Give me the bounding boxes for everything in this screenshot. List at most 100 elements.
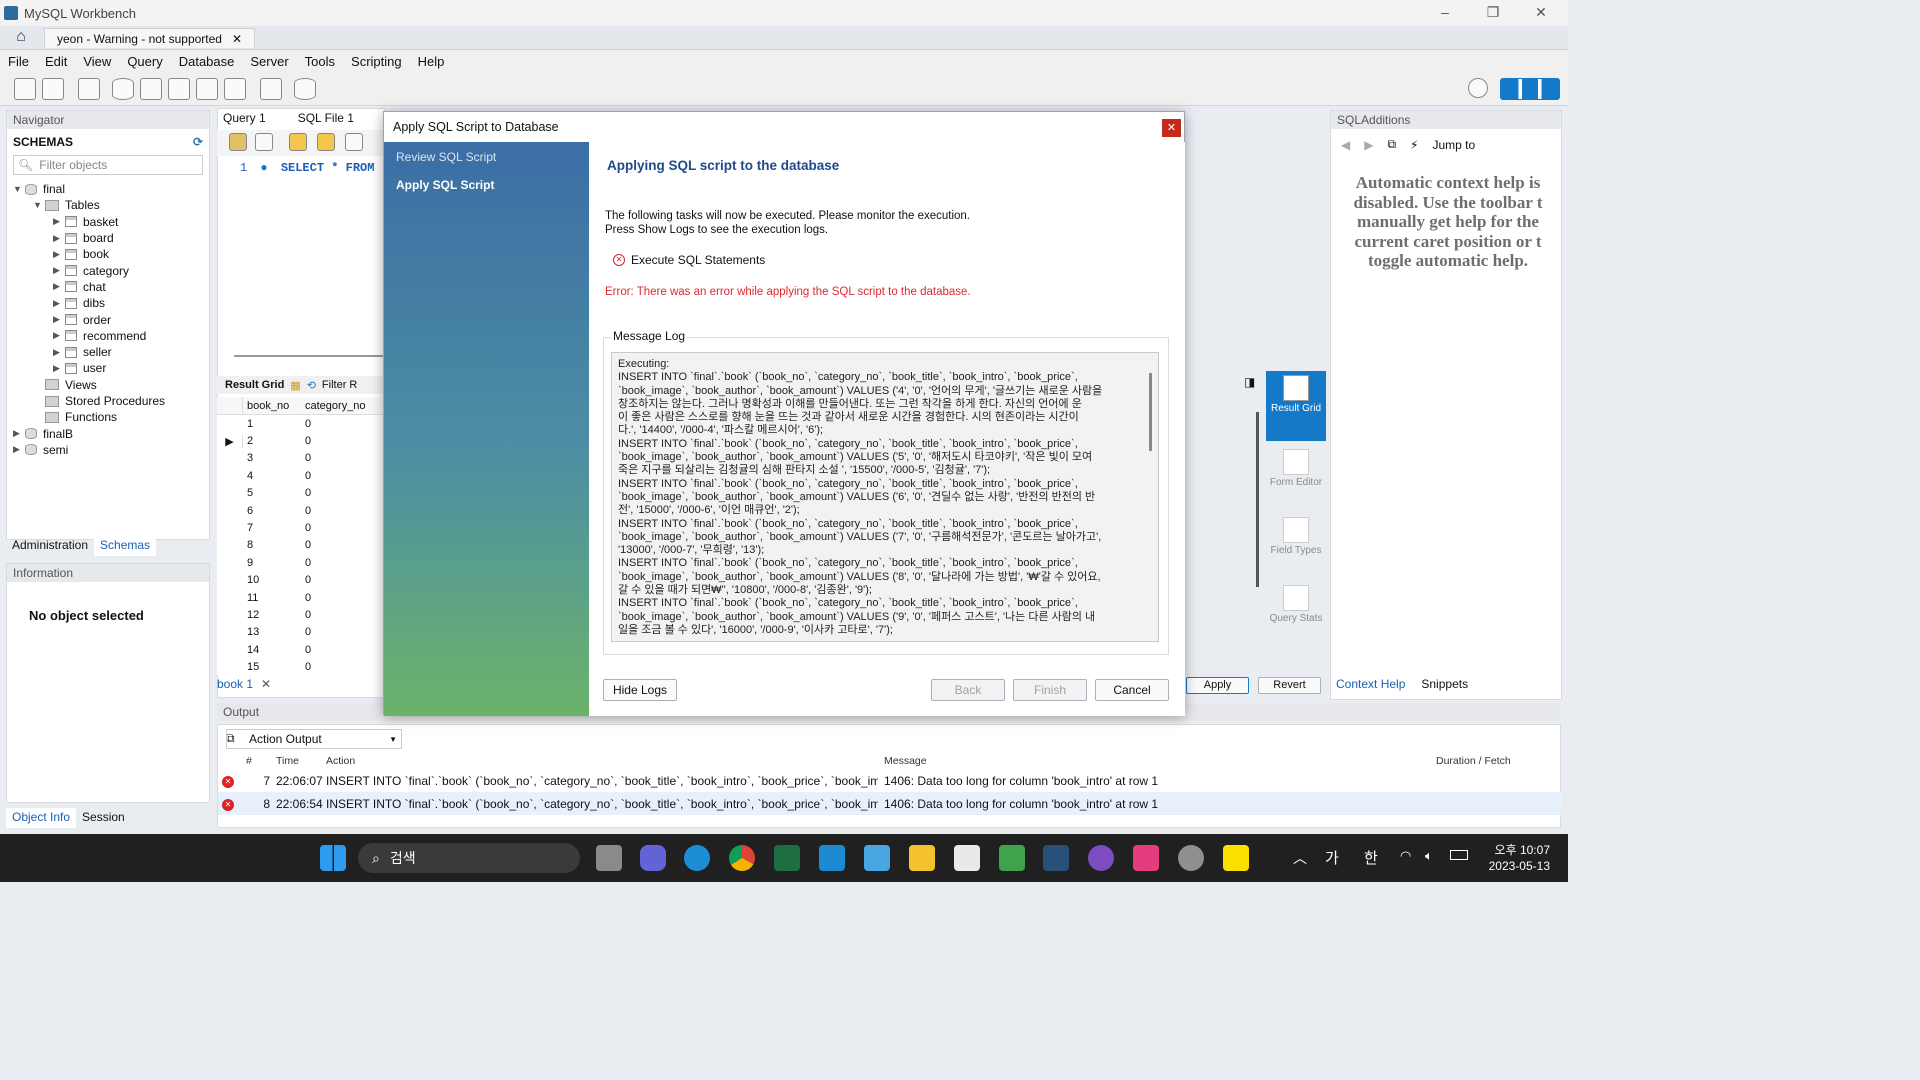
cancel-button[interactable]: Cancel [1095,679,1169,701]
tree-db-finalB[interactable]: ▶ finalB [7,425,209,441]
tree-table[interactable]: ▶ order [7,311,209,327]
mysql-workbench-icon[interactable] [1043,845,1069,871]
col-duration[interactable]: Duration / Fetch [1430,755,1560,767]
form-editor-tool[interactable]: Form Editor [1266,445,1326,509]
cell-category-no[interactable]: 0 [301,592,381,604]
save-icon[interactable] [255,133,273,151]
menu-tools[interactable]: Tools [297,54,343,69]
finish-button[interactable]: Finish [1013,679,1087,701]
dialog-close-icon[interactable]: ✕ [1162,119,1181,137]
table-row[interactable]: 11 0 [217,589,385,606]
collapsed-arrow-icon[interactable]: ▶ [53,347,65,358]
inspector-icon[interactable] [78,78,100,100]
execute-icon[interactable] [289,133,307,151]
col-header[interactable]: category_no [301,397,381,414]
cell-book-no[interactable]: 5 [243,487,301,499]
col-action[interactable]: Action [326,755,878,767]
tree-table[interactable]: ▶ category [7,262,209,278]
refresh-icon[interactable]: ⟳ [193,135,203,149]
minimize-icon[interactable]: – [1430,4,1460,20]
ime-mode[interactable]: 한 [1364,847,1378,868]
cell-category-no[interactable]: 0 [301,609,381,621]
cell-book-no[interactable]: 11 [243,592,301,604]
teams-icon[interactable] [640,845,666,871]
collapsed-arrow-icon[interactable]: ▶ [53,265,65,276]
cell-category-no[interactable]: 0 [301,505,381,517]
create-procedure-icon[interactable] [196,78,218,100]
table-row[interactable]: 12 0 [217,606,385,623]
cell-category-no[interactable]: 0 [301,522,381,534]
tab-snippets[interactable]: Snippets [1421,677,1468,691]
output-row[interactable]: ✕ 8 22:06:54 INSERT INTO `final`.`book` … [218,792,1562,815]
sql-line[interactable]: 1 ● SELECT * FROM [240,161,374,175]
cell-category-no[interactable]: 0 [301,557,381,569]
github-icon[interactable] [1088,845,1114,871]
tree-table[interactable]: ▶ seller [7,344,209,360]
col-num[interactable]: # [246,755,276,767]
apply-button[interactable]: Apply [1186,677,1249,694]
table-row[interactable]: 80 [217,537,385,554]
menu-file[interactable]: File [0,54,37,69]
collapsed-arrow-icon[interactable]: ▶ [53,233,65,244]
table-row[interactable]: 15 0 [217,658,385,675]
collapsed-arrow-icon[interactable]: ▶ [53,298,65,309]
tree-db-final[interactable]: ▼ final [7,181,209,197]
expanded-arrow-icon[interactable]: ▼ [33,200,45,210]
menu-query[interactable]: Query [119,54,170,69]
cell-book-no[interactable]: 4 [243,470,301,482]
grid-icon[interactable]: ▦ [290,379,300,392]
create-view-icon[interactable] [168,78,190,100]
cell-category-no[interactable]: 0 [301,435,381,447]
output-selector[interactable]: Action Output ▼ [226,729,402,749]
table-row[interactable]: 13 0 [217,624,385,641]
cell-book-no[interactable]: 8 [243,539,301,551]
panel-layout-icon[interactable] [1500,78,1560,100]
chrome-icon[interactable] [729,845,755,871]
cell-book-no[interactable]: 9 [243,557,301,569]
menu-view[interactable]: View [75,54,119,69]
collapsed-arrow-icon[interactable]: ▶ [53,314,65,325]
jump-to-label[interactable]: Jump to [1432,138,1475,152]
collapsed-arrow-icon[interactable]: ▶ [13,444,25,455]
revert-button[interactable]: Revert [1258,677,1321,694]
connection-tab[interactable]: yeon - Warning - not supported ✕ [44,28,256,48]
close-icon[interactable]: ✕ [1526,4,1556,21]
cell-book-no[interactable]: 14 [243,644,301,656]
new-sql-tab-icon[interactable] [14,78,36,100]
back-button[interactable]: Back [931,679,1005,701]
tab-schemas[interactable]: Schemas [94,536,157,556]
field-types-tool[interactable]: Field Types [1266,513,1326,577]
cell-book-no[interactable]: 6 [243,505,301,517]
create-schema-icon[interactable] [112,78,134,100]
cell-category-no[interactable]: 0 [301,418,381,430]
kakaotalk-icon[interactable] [1223,845,1249,871]
home-icon[interactable]: ⌂ [8,28,34,48]
tab-sql-file-1[interactable]: SQL File 1 [278,108,354,128]
table-row[interactable]: 14 0 [217,641,385,658]
tab-context-help[interactable]: Context Help [1336,677,1405,691]
refresh-grid-icon[interactable]: ⟲ [307,379,316,392]
windows-start-icon[interactable] [320,845,346,871]
tab-query-1[interactable]: Query 1 [223,108,266,128]
result-tab-book[interactable]: book 1 ✕ [217,677,271,691]
output-row[interactable]: ✕ 7 22:06:07 INSERT INTO `final`.`book` … [218,769,1562,792]
file-explorer-icon[interactable] [909,845,935,871]
store-icon[interactable] [954,845,980,871]
app-icon[interactable] [819,845,845,871]
tree-table[interactable]: ▶ user [7,360,209,376]
cell-book-no[interactable]: 2 [243,435,301,447]
menu-database[interactable]: Database [171,54,243,69]
open-sql-file-icon[interactable] [42,78,64,100]
clock[interactable]: 오후 10:07 2023-05-13 [1482,842,1550,874]
tree-views[interactable]: Views [7,377,209,393]
reconnect-icon[interactable] [294,78,316,100]
tab-object-info[interactable]: Object Info [6,808,77,828]
table-row[interactable]: 40 [217,467,385,484]
table-row[interactable]: 50 [217,485,385,502]
gear-icon[interactable] [1178,845,1204,871]
collapsed-arrow-icon[interactable]: ▶ [53,249,65,260]
chevron-up-icon[interactable]: ︿ [1293,848,1307,868]
expanded-arrow-icon[interactable]: ▼ [13,184,25,194]
tree-table[interactable]: ▶ recommend [7,328,209,344]
table-row[interactable]: 10 [217,415,385,432]
